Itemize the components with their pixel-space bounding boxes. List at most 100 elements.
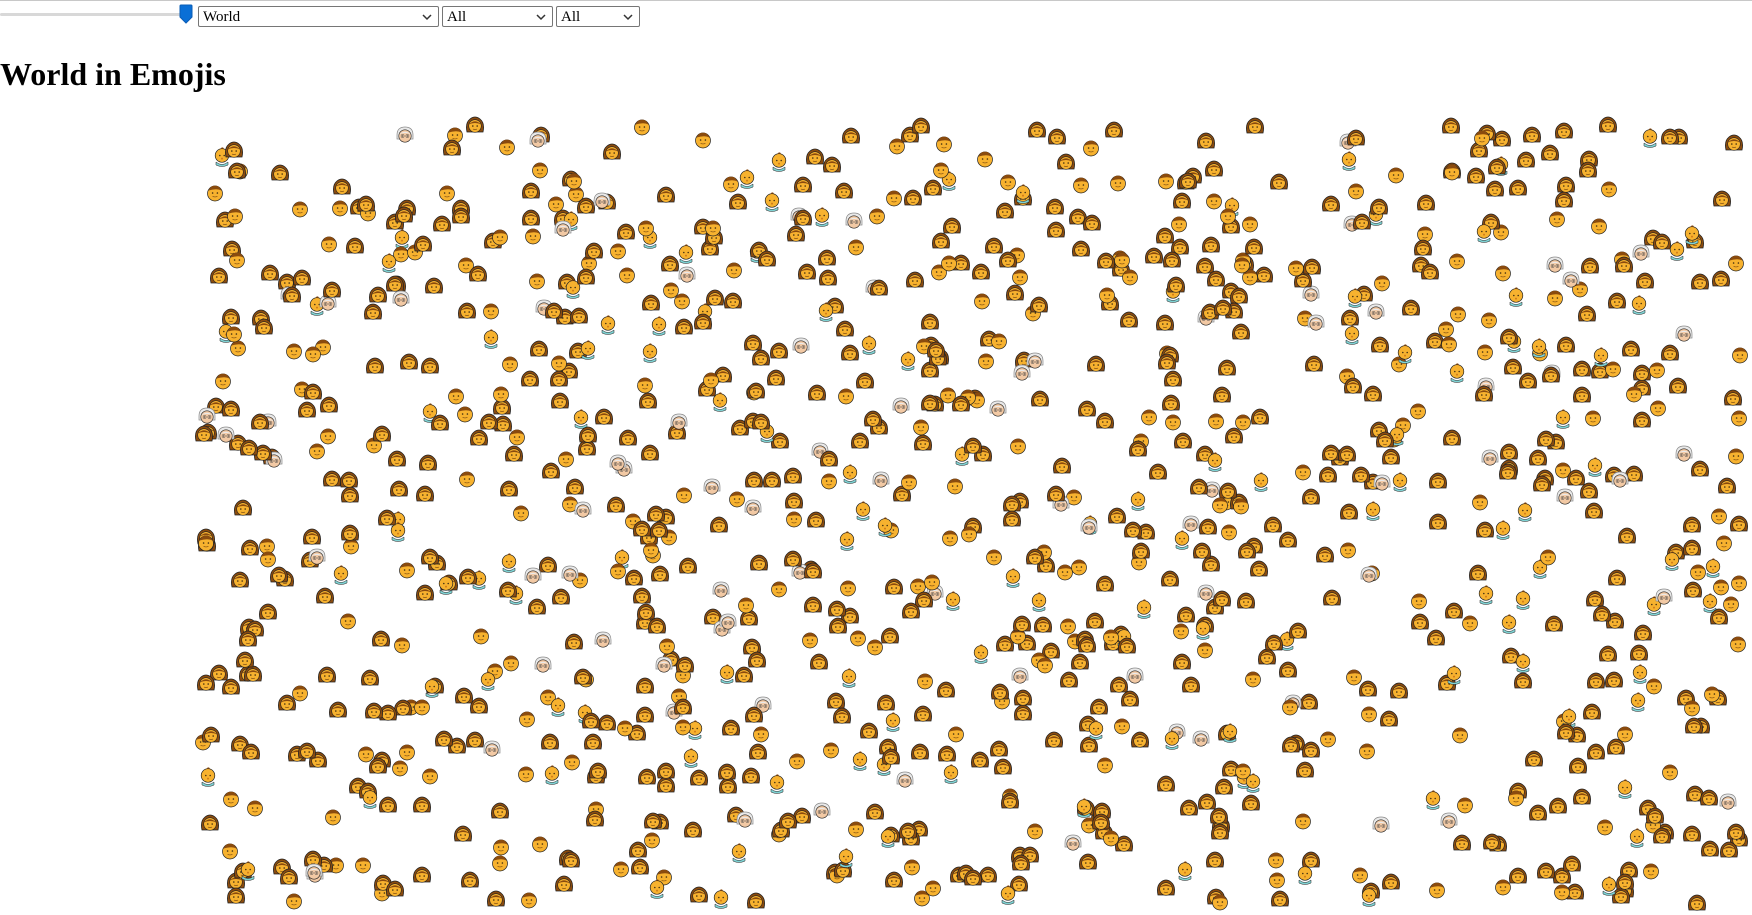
woman-emoji-icon (1053, 457, 1071, 474)
man-emoji-icon (448, 388, 464, 405)
woman-emoji-icon (346, 237, 364, 254)
woman-emoji-icon (234, 499, 252, 516)
woman-emoji-icon (222, 400, 240, 417)
man-emoji-icon (439, 185, 455, 202)
child-emoji-icon (1177, 861, 1193, 881)
woman-emoji-icon (1237, 592, 1255, 609)
man-emoji-icon (286, 893, 302, 910)
woman-emoji-icon (1537, 862, 1555, 879)
man-emoji-icon (1010, 438, 1026, 455)
woman-emoji-icon (1509, 867, 1527, 884)
woman-emoji-icon (1488, 158, 1506, 175)
region-select[interactable]: World (198, 6, 439, 27)
woman-emoji-icon (1573, 386, 1591, 403)
woman-emoji-icon (1078, 400, 1096, 417)
woman-emoji-icon (1158, 353, 1176, 370)
woman-emoji-icon (386, 880, 404, 897)
woman-emoji-icon (1599, 116, 1617, 133)
filter-b-select[interactable]: All (556, 6, 640, 27)
woman-emoji-icon (1545, 615, 1563, 632)
man-emoji-icon (821, 473, 837, 490)
woman-emoji-icon (584, 733, 602, 750)
child-emoji-icon (1555, 409, 1571, 429)
scale-slider[interactable] (0, 4, 193, 24)
woman-emoji-icon (425, 277, 443, 294)
man-emoji-icon (499, 139, 515, 156)
woman-emoji-icon (1567, 469, 1585, 486)
woman-emoji-icon (807, 511, 825, 528)
woman-emoji-icon (912, 117, 930, 134)
older-person-emoji-icon (1562, 271, 1580, 288)
older-person-emoji-icon (813, 802, 831, 819)
slider-thumb[interactable] (179, 4, 193, 24)
woman-emoji-icon (864, 410, 882, 427)
woman-emoji-icon (1725, 134, 1743, 151)
woman-emoji-icon (937, 681, 955, 698)
woman-emoji-icon (972, 263, 990, 280)
older-person-emoji-icon (1611, 471, 1629, 488)
woman-emoji-icon (1700, 789, 1718, 806)
woman-emoji-icon (747, 382, 765, 399)
older-person-emoji-icon (1675, 445, 1693, 462)
man-emoji-icon (1340, 542, 1356, 559)
woman-emoji-icon (1683, 516, 1701, 533)
woman-emoji-icon (1633, 411, 1651, 428)
woman-emoji-icon (1691, 273, 1709, 290)
man-emoji-icon (1728, 448, 1744, 465)
man-emoji-icon (991, 333, 1007, 350)
woman-emoji-icon (943, 217, 961, 234)
woman-emoji-icon (690, 886, 708, 903)
woman-emoji-icon (1265, 634, 1283, 651)
woman-emoji-icon (521, 370, 539, 387)
man-emoji-icon (1103, 830, 1119, 847)
man-emoji-icon (414, 699, 430, 716)
woman-emoji-icon (1174, 432, 1192, 449)
filter-a-select[interactable]: All (442, 6, 553, 27)
woman-emoji-icon (885, 578, 903, 595)
woman-emoji-icon (1718, 477, 1736, 494)
man-emoji-icon (1071, 559, 1087, 576)
man-emoji-icon (1099, 287, 1115, 304)
man-emoji-icon (1452, 727, 1468, 744)
woman-emoji-icon (1246, 117, 1264, 134)
woman-emoji-icon (365, 702, 383, 719)
child-emoji-icon (438, 575, 454, 595)
man-emoji-icon (1269, 872, 1285, 889)
child-emoji-icon (841, 668, 857, 688)
woman-emoji-icon (904, 189, 922, 206)
child-emoji-icon (1476, 223, 1492, 243)
man-emoji-icon (941, 255, 957, 272)
woman-emoji-icon (530, 340, 548, 357)
woman-emoji-icon (856, 372, 874, 389)
woman-emoji-icon (466, 731, 484, 748)
child-emoji-icon (1253, 472, 1269, 492)
child-emoji-icon (1705, 558, 1721, 578)
man-emoji-icon (948, 726, 964, 743)
woman-emoji-icon (390, 480, 408, 497)
chevron-down-icon (536, 14, 546, 21)
woman-emoji-icon (798, 263, 816, 280)
child-emoji-icon (943, 764, 959, 784)
woman-emoji-icon (1149, 463, 1167, 480)
woman-emoji-icon (636, 677, 654, 694)
older-person-emoji-icon (574, 501, 592, 518)
man-emoji-icon (513, 505, 529, 522)
woman-emoji-icon (1014, 689, 1032, 706)
woman-emoji-icon (541, 733, 559, 750)
woman-emoji-icon (236, 651, 254, 668)
older-person-emoji-icon (719, 613, 737, 630)
woman-emoji-icon (1072, 240, 1090, 257)
woman-emoji-icon (679, 557, 697, 574)
woman-emoji-icon (1500, 443, 1518, 460)
man-emoji-icon (521, 892, 537, 909)
woman-emoji-icon (1028, 121, 1046, 138)
child-emoji-icon (544, 765, 560, 785)
chevron-down-icon (623, 14, 633, 21)
man-emoji-icon (1429, 882, 1445, 899)
child-emoji-icon (1517, 502, 1533, 522)
woman-emoji-icon (320, 396, 338, 413)
woman-emoji-icon (1279, 661, 1297, 678)
woman-emoji-icon (1525, 750, 1543, 767)
woman-emoji-icon (1653, 827, 1671, 844)
woman-emoji-icon (1382, 873, 1400, 890)
